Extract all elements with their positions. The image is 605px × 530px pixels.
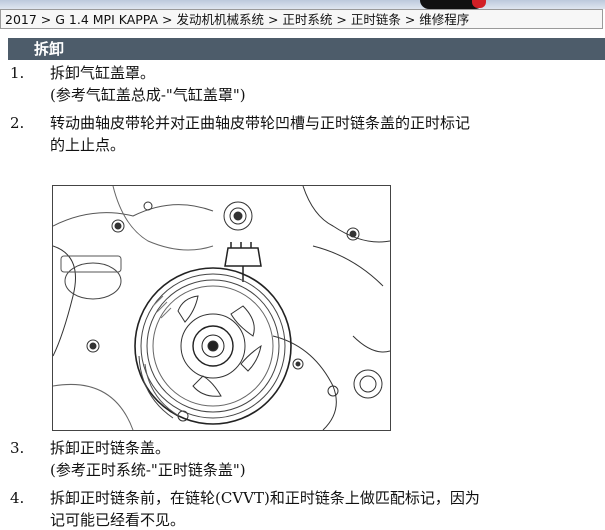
step-3-reference: (参考正时系统-"正时链条盖") — [0, 460, 605, 480]
step-text: 拆卸正时链条前，在链轮(CVVT)和正时链条上做匹配标记，因为 — [50, 489, 480, 507]
step-text: 转动曲轴皮带轮并对正曲轴皮带轮凹槽与正时链条盖的正时标记 — [50, 114, 471, 132]
step-number: 3. — [10, 439, 25, 457]
section-title: 拆卸 — [34, 40, 65, 58]
step-3: 3. 拆卸正时链条盖。 — [0, 438, 605, 458]
step-text-continued: 的上止点。 — [50, 136, 126, 154]
step-1-reference: (参考气缸盖总成-"气缸盖罩") — [0, 85, 605, 105]
step-4: 4. 拆卸正时链条前，在链轮(CVVT)和正时链条上做匹配标记，因为 — [0, 488, 605, 508]
step-number: 4. — [10, 489, 25, 507]
header-banner — [0, 0, 605, 9]
step-2: 2. 转动曲轴皮带轮并对正曲轴皮带轮凹槽与正时链条盖的正时标记 — [0, 113, 605, 133]
step-number: 1. — [10, 64, 25, 82]
step-text: 拆卸气缸盖罩。 — [50, 64, 156, 82]
reference-link[interactable]: (参考正时系统-"正时链条盖") — [50, 460, 246, 480]
crankshaft-pulley-figure — [52, 185, 391, 431]
step-4-continued: 记可能已经看不见。 — [0, 510, 605, 530]
section-header-removal: 拆卸 — [8, 38, 605, 60]
reference-link[interactable]: (参考气缸盖总成-"气缸盖罩") — [50, 85, 246, 105]
step-text: 拆卸正时链条盖。 — [50, 439, 171, 457]
step-text-continued: 记可能已经看不见。 — [50, 511, 186, 529]
breadcrumb[interactable]: 2017 > G 1.4 MPI KAPPA > 发动机机械系统 > 正时系统 … — [0, 9, 603, 29]
step-1: 1. 拆卸气缸盖罩。 — [0, 63, 605, 83]
step-2-continued: 的上止点。 — [0, 135, 605, 155]
step-number: 2. — [10, 114, 25, 132]
